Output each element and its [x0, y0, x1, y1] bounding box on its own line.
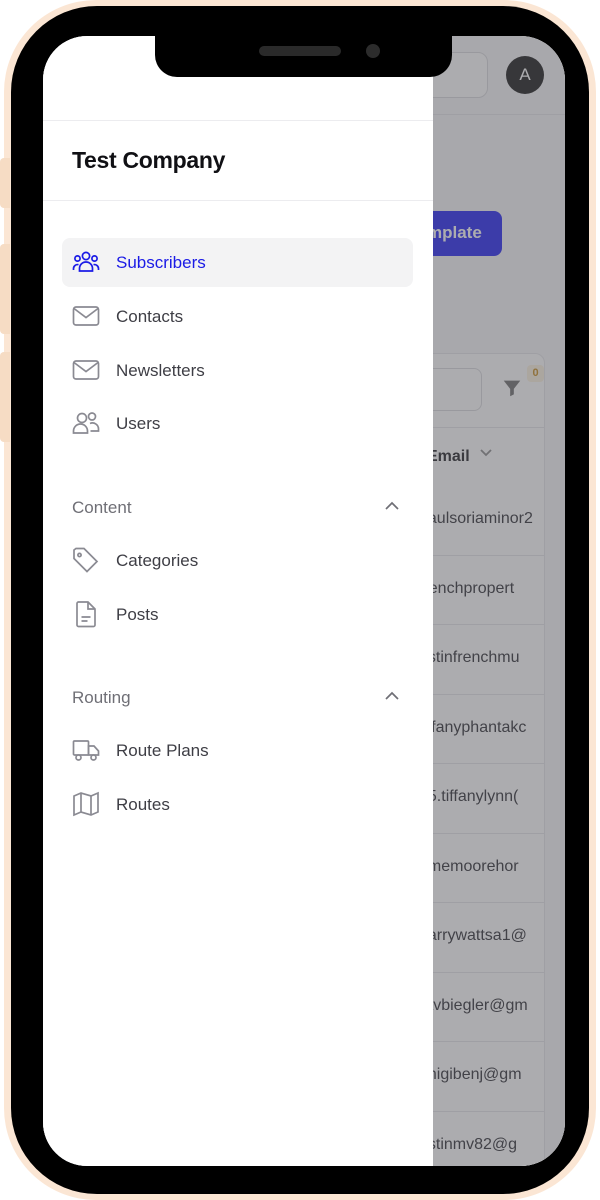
envelope-icon [72, 357, 100, 383]
section-title-routing[interactable]: Routing [72, 688, 131, 708]
nav-item-users[interactable]: Users [62, 399, 413, 448]
envelope-icon [72, 303, 100, 329]
nav-item-label: Categories [116, 551, 199, 570]
phone-notch [155, 36, 452, 77]
users-group-icon [72, 249, 100, 275]
nav-item-posts[interactable]: Posts [62, 590, 413, 639]
nav-item-label: Routes [116, 795, 170, 814]
nav-item-label: Posts [116, 605, 159, 624]
map-icon [72, 791, 100, 817]
divider [43, 200, 433, 201]
truck-icon [72, 737, 100, 763]
phone-side-button [0, 352, 10, 442]
section-title-content[interactable]: Content [72, 498, 132, 518]
speaker [259, 46, 341, 56]
company-name: Test Company [72, 147, 226, 173]
nav-item-label: Newsletters [116, 361, 205, 380]
tag-icon [72, 547, 100, 573]
chevron-up-icon[interactable] [384, 501, 400, 511]
nav-item-categories[interactable]: Categories [62, 536, 413, 585]
divider [43, 120, 433, 121]
nav-item-contacts[interactable]: Contacts [62, 292, 413, 341]
nav-item-label: Subscribers [116, 253, 206, 272]
phone-screen: A mplate 0 Email paulsoriaminor2frenchpr… [43, 36, 565, 1166]
navigation-drawer: Test Company Subscribers Contacts Newsle… [43, 36, 433, 1166]
nav-item-newsletters[interactable]: Newsletters [62, 346, 413, 395]
camera [366, 44, 380, 58]
phone-side-button [0, 158, 10, 208]
nav-item-label: Contacts [116, 307, 184, 326]
document-icon [72, 601, 100, 628]
users-icon [72, 410, 100, 436]
nav-item-routes[interactable]: Routes [62, 780, 413, 829]
phone-side-button [0, 244, 10, 334]
nav-item-route-plans[interactable]: Route Plans [62, 726, 413, 775]
nav-item-subscribers[interactable]: Subscribers [62, 238, 413, 287]
nav-item-label: Users [116, 414, 161, 433]
nav-item-label: Route Plans [116, 741, 209, 760]
chevron-up-icon[interactable] [384, 691, 400, 701]
